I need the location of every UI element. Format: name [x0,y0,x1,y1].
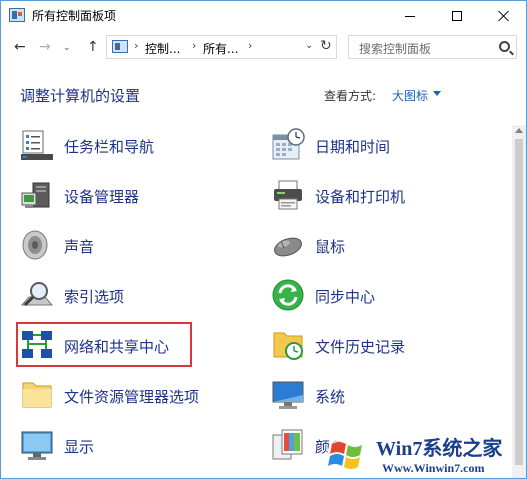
highlight-box [16,322,192,367]
address-dropdown-button[interactable]: ⌄ [305,40,313,51]
search-box[interactable]: 搜索控制面板 [348,35,517,59]
system-icon [272,381,304,409]
minimize-icon [405,15,415,17]
color-icon [272,429,303,460]
item-label: 设备管理器 [64,188,140,206]
view-by-label: 查看方式: [324,89,377,103]
chevron-down-icon[interactable] [433,91,441,96]
recent-locations-button[interactable]: ⌄ [63,40,71,56]
watermark-url: Www.Winwin7.com [382,461,485,475]
folder-options-icon [22,382,52,408]
breadcrumb-all-items[interactable]: 所有... [203,40,238,57]
printer-icon [274,180,302,210]
control-panel-icon [9,8,25,22]
maximize-button[interactable] [435,1,479,31]
item-label: 日期和时间 [315,138,391,156]
page-title: 调整计算机的设置 [20,87,141,105]
file-history-icon [273,332,303,360]
watermark: Win7系统之家 Www.Winwin7.com [326,428,526,478]
close-button[interactable] [482,1,526,31]
item-label: 设备和打印机 [315,188,406,206]
minimize-button[interactable] [388,1,432,31]
address-bar[interactable]: › 控制... › 所有... › ⌄ ↻ [106,35,337,59]
item-file-history[interactable]: 文件历史记录 [270,327,500,367]
item-device-manager[interactable]: 设备管理器 [19,177,249,217]
item-devices-printers[interactable]: 设备和打印机 [270,177,500,217]
breadcrumb-separator: › [248,39,253,52]
item-label: 鼠标 [315,238,346,256]
item-label: 索引选项 [64,288,125,306]
scroll-up-icon[interactable] [515,128,523,133]
refresh-button[interactable]: ↻ [320,38,332,54]
item-label: 声音 [64,238,95,256]
item-label: 系统 [315,388,346,406]
speaker-icon [22,230,48,260]
maximize-icon [452,11,462,21]
up-button[interactable]: ↑ [87,39,99,55]
forward-button[interactable]: → [39,39,51,55]
title-bar: 所有控制面板项 [1,1,526,31]
breadcrumb-separator: › [192,39,197,52]
item-taskbar-navigation[interactable]: 任务栏和导航 [19,127,249,167]
vertical-scrollbar[interactable] [512,125,526,478]
window-title: 所有控制面板项 [32,9,117,23]
indexing-icon [20,282,54,307]
close-icon [498,10,510,22]
item-sound[interactable]: 声音 [19,227,249,267]
item-label: 显示 [64,438,95,456]
search-icon[interactable] [499,41,510,52]
navigation-bar: ← → ⌄ ↑ › 控制... › 所有... › ⌄ ↻ 搜索控制面板 [1,31,526,63]
item-sync-center[interactable]: 同步中心 [270,277,500,317]
search-input[interactable]: 搜索控制面板 [359,40,431,57]
scrollbar-thumb[interactable] [515,139,523,465]
calendar-clock-icon [272,128,305,160]
item-mouse[interactable]: 鼠标 [270,227,500,267]
watermark-title: Win7系统之家 [376,438,503,460]
breadcrumb-separator: › [134,39,139,52]
item-system[interactable]: 系统 [270,377,500,417]
back-button[interactable]: ← [14,39,26,55]
view-by-dropdown[interactable]: 大图标 [392,87,428,104]
item-display[interactable]: 显示 [19,427,249,467]
item-indexing-options[interactable]: 索引选项 [19,277,249,317]
item-label: 文件历史记录 [315,338,406,356]
device-manager-icon [21,182,50,208]
display-icon [21,431,53,460]
item-label: 文件资源管理器选项 [64,388,200,406]
breadcrumb-control-panel[interactable]: 控制... [145,40,180,57]
sync-icon [272,279,304,311]
item-label: 任务栏和导航 [64,138,155,156]
item-file-explorer-options[interactable]: 文件资源管理器选项 [19,377,249,417]
taskbar-icon [21,130,53,160]
item-date-time[interactable]: 日期和时间 [270,127,500,167]
control-panel-icon [112,40,128,53]
control-panel-window: 所有控制面板项 ← → ⌄ ↑ › 控制... › 所有... › ⌄ ↻ 搜索… [0,0,527,479]
item-label: 同步中心 [315,288,376,306]
windows-logo-icon [327,435,367,475]
mouse-icon [274,237,302,257]
